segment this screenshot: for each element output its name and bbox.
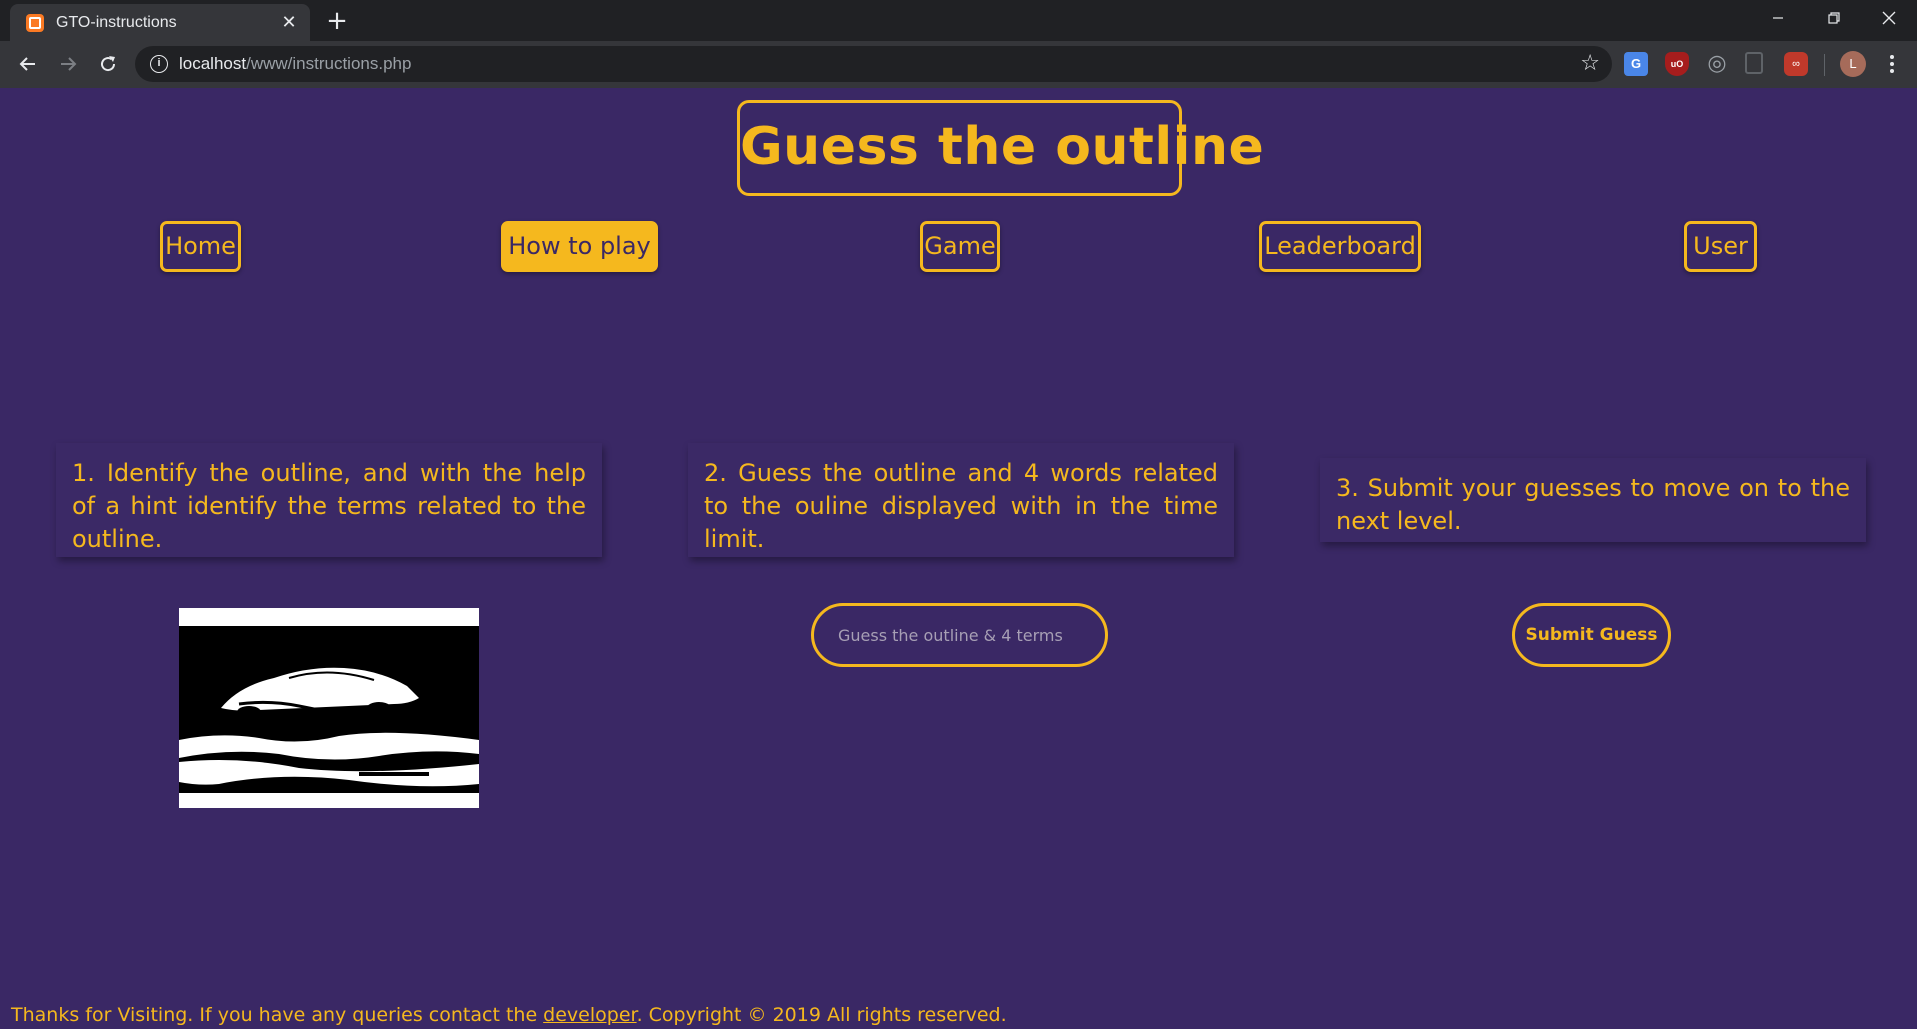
nav-user[interactable]: User xyxy=(1684,221,1757,272)
footer-copyright: . Copyright © 2019 All rights reserved. xyxy=(636,1004,1007,1026)
address-bar[interactable]: i localhost/www/instructions.php ☆ xyxy=(135,46,1612,82)
target-extension-icon[interactable]: ◎ xyxy=(1705,52,1729,76)
nav-home[interactable]: Home xyxy=(160,221,241,272)
plus-icon[interactable]: + xyxy=(322,6,352,36)
window-close-icon[interactable] xyxy=(1861,0,1917,36)
developer-link[interactable]: developer xyxy=(543,1004,636,1026)
url-text: localhost/www/instructions.php xyxy=(179,54,412,73)
step-1-card: 1. Identify the outline, and with the he… xyxy=(56,443,602,557)
toolbar-divider xyxy=(1824,54,1825,76)
xampp-favicon-icon xyxy=(26,13,44,32)
guess-input[interactable] xyxy=(811,603,1108,667)
step-2-card: 2. Guess the outline and 4 words related… xyxy=(688,443,1234,557)
info-icon[interactable]: i xyxy=(150,55,168,73)
star-icon[interactable]: ☆ xyxy=(1580,53,1600,75)
multi-extension-icon[interactable]: ∞ xyxy=(1784,52,1808,76)
ublock-extension-icon[interactable]: uO xyxy=(1665,52,1689,76)
tab-title: GTO-instructions xyxy=(56,13,177,31)
nav-game[interactable]: Game xyxy=(920,221,1000,272)
browser-tab-bar: GTO-instructions ✕ + xyxy=(0,0,1917,41)
kebab-menu-icon[interactable] xyxy=(1882,51,1902,77)
browser-toolbar: i localhost/www/instructions.php ☆ G uO … xyxy=(0,41,1917,88)
back-arrow-icon[interactable] xyxy=(10,46,46,82)
minimize-icon[interactable] xyxy=(1750,0,1806,36)
maximize-icon[interactable] xyxy=(1806,0,1862,36)
translate-extension-icon[interactable]: G xyxy=(1624,52,1648,76)
forward-arrow-icon[interactable] xyxy=(50,46,86,82)
avatar[interactable]: L xyxy=(1840,51,1866,77)
car-outline-image xyxy=(179,608,479,808)
close-icon[interactable]: ✕ xyxy=(278,12,300,34)
submit-guess-button[interactable]: Submit Guess xyxy=(1512,603,1671,667)
browser-tab[interactable]: GTO-instructions ✕ xyxy=(10,4,310,41)
step-3-card: 3. Submit your guesses to move on to the… xyxy=(1320,458,1866,542)
nav-leaderboard[interactable]: Leaderboard xyxy=(1259,221,1421,272)
footer-text: Thanks for Visiting. If you have any que… xyxy=(11,1004,544,1026)
page-content: Guess the outline Home How to play Game … xyxy=(0,88,1917,1029)
site-title: Guess the outline xyxy=(737,100,1264,196)
footer: Thanks for Visiting. If you have any que… xyxy=(11,1004,1007,1026)
extension-icon[interactable] xyxy=(1745,52,1763,74)
nav-how-to-play[interactable]: How to play xyxy=(501,221,658,272)
reload-icon[interactable] xyxy=(90,46,126,82)
